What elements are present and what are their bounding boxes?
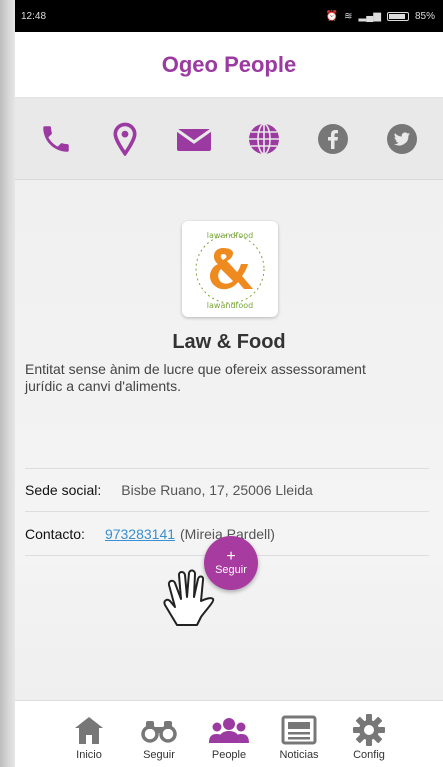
nav-label: People bbox=[211, 749, 247, 761]
nav-item-seguir[interactable]: Seguir bbox=[131, 711, 187, 767]
nav-item-noticias[interactable]: Noticias bbox=[271, 711, 327, 767]
sede-social-value: Bisbe Ruano, 17, 25006 Lleida bbox=[121, 482, 313, 498]
people-icon bbox=[209, 711, 249, 749]
organization-logo: lawandfood lawandfood bbox=[182, 221, 278, 317]
contact-phone-link[interactable]: 973283141 bbox=[105, 526, 175, 542]
nav-label: Noticias bbox=[279, 749, 319, 761]
svg-text:lawandfood: lawandfood bbox=[207, 301, 253, 310]
phone-icon[interactable] bbox=[34, 117, 78, 161]
newspaper-icon bbox=[281, 711, 317, 749]
svg-text:lawandfood: lawandfood bbox=[207, 231, 253, 240]
status-bar: 12:48 ⏰ ≋ ▂▄▆ 85% bbox=[15, 0, 443, 32]
organization-description: Entitat sense ànim de lucre que ofereix … bbox=[25, 361, 366, 394]
sede-social-label: Sede social: bbox=[25, 482, 102, 498]
nav-item-config[interactable]: Config bbox=[341, 711, 397, 767]
nav-item-inicio[interactable]: Inicio bbox=[61, 711, 117, 767]
status-icons: ⏰ ≋ ▂▄▆ 85% bbox=[326, 11, 435, 22]
binoculars-icon bbox=[140, 711, 178, 749]
app-title: Ogeo People bbox=[161, 51, 297, 77]
profile-content: lawandfood lawandfood Law & Food Entitat… bbox=[15, 180, 443, 700]
status-time: 12:48 bbox=[21, 10, 47, 22]
nav-label: Inicio bbox=[76, 749, 102, 761]
organization-name: Law & Food bbox=[172, 331, 286, 353]
home-icon bbox=[72, 711, 106, 749]
battery-icon bbox=[386, 11, 409, 21]
signal-icon: ▂▄▆ bbox=[358, 10, 381, 22]
bottom-navigation: Inicio Seguir People Noticias Config bbox=[15, 700, 443, 767]
twitter-icon[interactable] bbox=[380, 117, 424, 161]
phone-screen: 12:48 ⏰ ≋ ▂▄▆ 85% Ogeo People lawandfood… bbox=[15, 0, 443, 767]
location-pin-icon[interactable] bbox=[103, 117, 147, 161]
wifi-icon: ≋ bbox=[344, 10, 353, 22]
mail-icon[interactable] bbox=[172, 117, 216, 161]
contacto-label: Contacto: bbox=[25, 525, 85, 542]
contact-actions-bar bbox=[15, 98, 443, 180]
plus-icon: + bbox=[226, 548, 236, 565]
gear-icon bbox=[352, 711, 386, 749]
alarm-icon: ⏰ bbox=[325, 10, 339, 22]
battery-percent: 85% bbox=[414, 10, 435, 22]
facebook-icon[interactable] bbox=[311, 117, 355, 161]
nav-label: Seguir bbox=[143, 749, 175, 761]
nav-label: Config bbox=[353, 749, 385, 761]
background-edge bbox=[0, 0, 15, 767]
hand-pointer-icon bbox=[163, 569, 215, 626]
globe-icon[interactable] bbox=[242, 117, 286, 161]
app-bar: Ogeo People bbox=[15, 32, 443, 98]
sede-social-row: Sede social: Bisbe Ruano, 17, 25006 Llei… bbox=[25, 468, 429, 512]
nav-item-people[interactable]: People bbox=[201, 711, 257, 767]
